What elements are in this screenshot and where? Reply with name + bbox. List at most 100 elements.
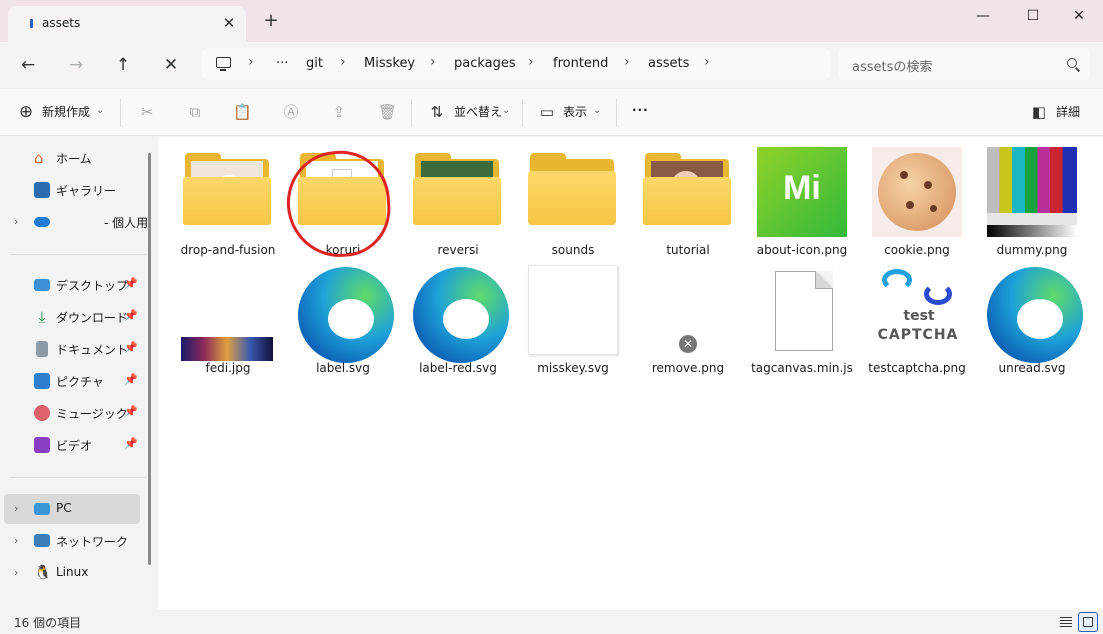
gallery-icon — [34, 182, 50, 198]
sidebar-item-pc[interactable]: › PC — [4, 494, 140, 524]
pin-icon[interactable]: 📌 — [124, 405, 138, 418]
forward-button[interactable]: → — [63, 52, 89, 78]
chevron-right-icon[interactable]: › — [430, 54, 436, 70]
file-name: remove.png — [651, 361, 725, 375]
sidebar-item-label: Linux — [56, 565, 89, 579]
folder-item[interactable]: reversi — [403, 139, 513, 257]
pin-icon[interactable]: 📌 — [124, 437, 138, 450]
minimize-button[interactable]: — — [968, 6, 998, 26]
edge-icon — [413, 265, 509, 363]
remove-icon: ✕ — [679, 335, 697, 353]
stop-button[interactable]: ✕ — [158, 52, 184, 78]
back-button[interactable]: ← — [15, 52, 41, 78]
divider — [120, 99, 121, 127]
breadcrumb-assets[interactable]: assets — [648, 56, 689, 71]
file-name: sounds — [551, 243, 595, 257]
view-button[interactable]: 表示 — [563, 103, 587, 120]
up-button[interactable]: ↑ — [110, 52, 136, 78]
title-bar: assets ✕ + — ☐ ✕ — [0, 0, 1103, 42]
chevron-right-icon[interactable]: › — [14, 502, 18, 515]
close-window-button[interactable]: ✕ — [1064, 6, 1094, 26]
address-bar[interactable]: › ··· git › Misskey › packages › fronten… — [202, 48, 830, 80]
file-item[interactable]: misskey.svg — [518, 257, 628, 375]
chevron-right-icon[interactable]: › — [14, 566, 18, 579]
file-item[interactable]: cookie.png — [862, 139, 972, 257]
pin-icon[interactable]: 📌 — [124, 309, 138, 322]
tab-title: assets — [42, 16, 81, 30]
rename-icon[interactable]: Ⓐ — [282, 103, 300, 121]
sidebar-item-documents[interactable]: ドキュメント 📌 — [4, 334, 140, 364]
sidebar-item-videos[interactable]: ビデオ 📌 — [4, 430, 140, 460]
sidebar-item-onedrive[interactable]: › - 個人用 — [4, 207, 148, 237]
details-view-icon[interactable] — [1056, 612, 1076, 632]
folder-icon — [183, 147, 273, 237]
file-name: about-icon.png — [756, 243, 848, 257]
close-tab-icon[interactable]: ✕ — [220, 14, 238, 32]
sidebar-item-linux[interactable]: › 🐧 Linux — [4, 558, 140, 588]
new-button[interactable]: 新規作成 — [42, 103, 90, 120]
image-thumbnail: ✕ — [643, 265, 733, 355]
file-item[interactable]: fedi.jpg — [173, 257, 283, 375]
chevron-right-icon[interactable]: › — [14, 215, 18, 228]
breadcrumb-frontend[interactable]: frontend — [553, 56, 608, 71]
file-item[interactable]: label.svg — [288, 257, 398, 375]
image-thumbnail — [528, 265, 618, 355]
tab-assets[interactable]: assets ✕ — [8, 6, 246, 42]
sidebar-item-label: ギャラリー — [56, 184, 117, 198]
image-thumbnail — [987, 147, 1077, 237]
chevron-right-icon[interactable]: › — [340, 54, 346, 70]
file-item[interactable]: Mi about-icon.png — [747, 139, 857, 257]
file-item[interactable]: unread.svg — [977, 257, 1087, 375]
breadcrumb-git[interactable]: git — [306, 56, 323, 71]
divider — [10, 477, 146, 478]
folder-item[interactable]: drop-and-fusion — [173, 139, 283, 257]
copy-icon[interactable]: ⧉ — [186, 103, 204, 121]
sidebar-scrollbar[interactable] — [148, 153, 151, 565]
image-thumbnail: Mi — [757, 147, 847, 237]
breadcrumb-misskey[interactable]: Misskey — [364, 56, 415, 71]
sidebar-item-home[interactable]: ⌂ ホーム — [4, 143, 140, 173]
pin-icon[interactable]: 📌 — [124, 341, 138, 354]
more-options-button[interactable]: ··· — [632, 103, 649, 117]
new-tab-button[interactable]: + — [262, 12, 280, 30]
pin-icon[interactable]: 📌 — [124, 277, 138, 290]
sidebar-item-gallery[interactable]: ギャラリー — [4, 175, 140, 205]
image-thumbnail — [872, 147, 962, 237]
sidebar-item-network[interactable]: › ネットワーク — [4, 526, 140, 556]
breadcrumb-more[interactable]: ··· — [276, 56, 288, 71]
sidebar-item-label: ネットワーク — [56, 535, 129, 549]
file-name: misskey.svg — [537, 361, 609, 375]
details-button[interactable]: 詳細 — [1056, 103, 1080, 120]
file-name: tagcanvas.min.js — [751, 361, 853, 375]
folder-item[interactable]: tutorial — [633, 139, 743, 257]
chevron-right-icon[interactable]: › — [14, 534, 18, 547]
sidebar-item-desktop[interactable]: デスクトップ 📌 — [4, 270, 140, 300]
large-icons-view-icon[interactable] — [1078, 612, 1098, 632]
maximize-button[interactable]: ☐ — [1018, 6, 1048, 26]
search-icon[interactable] — [1067, 58, 1077, 68]
cut-icon[interactable]: ✂ — [138, 103, 156, 121]
delete-icon[interactable]: 🗑 — [378, 103, 397, 121]
file-item[interactable]: label-red.svg — [403, 257, 513, 375]
file-item[interactable]: test CAPTCHA testcaptcha.png — [862, 257, 972, 375]
chevron-right-icon[interactable]: › — [704, 54, 710, 70]
folder-item[interactable]: sounds — [518, 139, 628, 257]
sort-button[interactable]: 並べ替え — [454, 103, 502, 120]
breadcrumb-packages[interactable]: packages — [454, 56, 516, 71]
file-item[interactable]: tagcanvas.min.js — [747, 257, 857, 375]
file-item[interactable]: ✕ remove.png — [633, 257, 743, 375]
chevron-right-icon[interactable]: › — [528, 54, 534, 70]
search-box[interactable]: assetsの検索 — [838, 48, 1090, 80]
sort-icon: ⇅ — [430, 103, 444, 121]
share-icon[interactable]: ⇪ — [330, 103, 348, 121]
sidebar-item-pictures[interactable]: ピクチャ 📌 — [4, 366, 140, 396]
sidebar-item-music[interactable]: ミュージック 📌 — [4, 398, 140, 428]
pc-icon — [216, 57, 231, 71]
chevron-right-icon[interactable]: › — [624, 54, 630, 70]
search-input[interactable]: assetsの検索 — [852, 56, 932, 75]
file-item[interactable]: dummy.png — [977, 139, 1087, 257]
paste-icon[interactable]: 📋 — [233, 103, 252, 121]
chevron-right-icon[interactable]: › — [248, 54, 254, 70]
pin-icon[interactable]: 📌 — [124, 373, 138, 386]
sidebar-item-downloads[interactable]: ⤓ ダウンロード 📌 — [4, 302, 140, 332]
